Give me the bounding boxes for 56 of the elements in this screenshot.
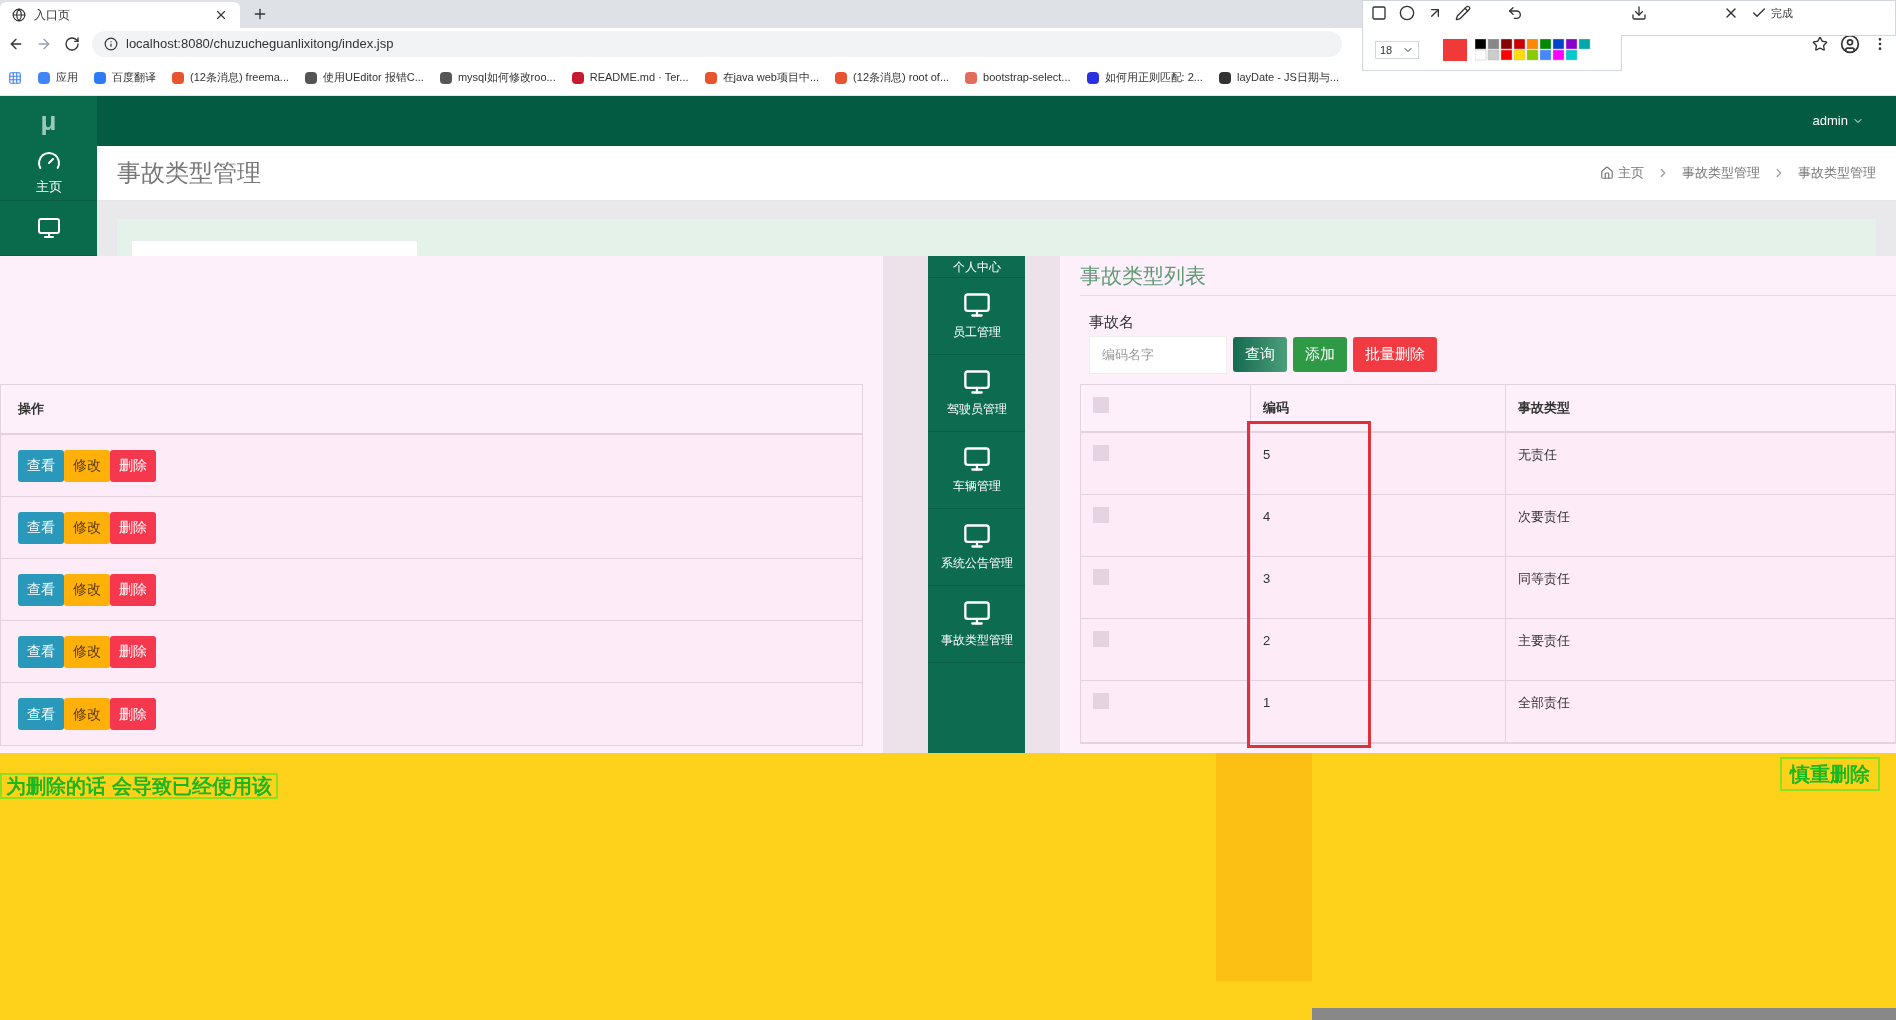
column-header: 编码: [1263, 398, 1289, 417]
user-menu[interactable]: admin: [1812, 111, 1864, 131]
delete-button[interactable]: 删除: [110, 635, 156, 668]
done-button[interactable]: 完成: [1751, 5, 1793, 22]
view-button[interactable]: 查看: [18, 635, 64, 668]
annotation-text: 慎重删除: [1780, 757, 1880, 791]
table-cell: 次要责任: [1518, 508, 1570, 524]
view-button[interactable]: 查看: [18, 573, 64, 606]
table-cell: 5: [1263, 446, 1271, 462]
edit-button[interactable]: 修改: [64, 573, 110, 606]
brand-logo: μ: [40, 104, 57, 138]
delete-button[interactable]: 删除: [110, 449, 156, 482]
bookmark-link[interactable]: bootstrap-select...: [965, 69, 1071, 86]
bookmark-link[interactable]: mysql如何修改roo...: [439, 69, 556, 86]
toolbar-button[interactable]: 批量删除: [1353, 337, 1437, 372]
breadcrumb-link[interactable]: 事故类型管理: [1682, 163, 1760, 183]
panel-title: 事故类型列表: [1080, 256, 1896, 296]
page-title: 事故类型管理: [117, 158, 262, 188]
table-cell: 1: [1263, 694, 1271, 710]
bookmark-link[interactable]: 在java web项目中...: [704, 69, 820, 86]
search-field[interactable]: 编码名字: [1089, 335, 1227, 374]
annotation-text: 为删除的话 会导致已经使用该: [0, 773, 278, 799]
view-button[interactable]: 查看: [18, 511, 64, 544]
address-bar[interactable]: localhost:8080/chuzucheguanlixitong/index.jsp: [92, 31, 1342, 57]
bookmark-link[interactable]: 如何用正则匹配: 2...: [1086, 69, 1203, 86]
edit-button[interactable]: 修改: [64, 635, 110, 668]
bookmark-link[interactable]: 使用UEditor 报错C...: [305, 69, 424, 86]
edit-button[interactable]: 修改: [64, 698, 110, 730]
breadcrumb-link[interactable]: 主页: [1618, 163, 1644, 183]
table-cell: 同等责任: [1518, 570, 1570, 586]
edit-button[interactable]: 修改: [64, 511, 110, 544]
bookmark-link[interactable]: (12条消息) root of...: [835, 69, 950, 86]
browser-tab[interactable]: 入口页: [0, 2, 240, 28]
bookmark-link[interactable]: layDate - JS日期与...: [1218, 69, 1339, 86]
delete-button[interactable]: 删除: [110, 511, 156, 544]
bookmark-link[interactable]: (12条消息) freema...: [172, 69, 290, 86]
toolbar-button[interactable]: 添加: [1293, 337, 1347, 372]
view-button[interactable]: 查看: [18, 449, 64, 482]
table-cell: 2: [1263, 632, 1271, 648]
edit-button[interactable]: 修改: [64, 449, 110, 482]
table-cell: 3: [1263, 570, 1271, 586]
delete-button[interactable]: 删除: [110, 573, 156, 606]
font-size-select[interactable]: 18: [1375, 40, 1419, 60]
table-cell: 无责任: [1518, 446, 1557, 462]
table-cell: 全部责任: [1518, 694, 1570, 710]
filter-label: 事故名: [1089, 312, 1135, 332]
delete-button[interactable]: 删除: [110, 698, 156, 730]
view-button[interactable]: 查看: [18, 698, 64, 730]
bookmark-link[interactable]: 应用: [38, 69, 78, 86]
breadcrumb-link[interactable]: 事故类型管理: [1798, 163, 1876, 183]
bookmark-link[interactable]: 百度翻译: [94, 69, 156, 86]
column-header: 事故类型: [1518, 398, 1570, 417]
table-cell: 主要责任: [1518, 632, 1570, 648]
toolbar-button[interactable]: 查询: [1233, 337, 1287, 372]
table-cell: 4: [1263, 508, 1271, 524]
bookmark-link[interactable]: README.md · Ter...: [571, 69, 689, 86]
